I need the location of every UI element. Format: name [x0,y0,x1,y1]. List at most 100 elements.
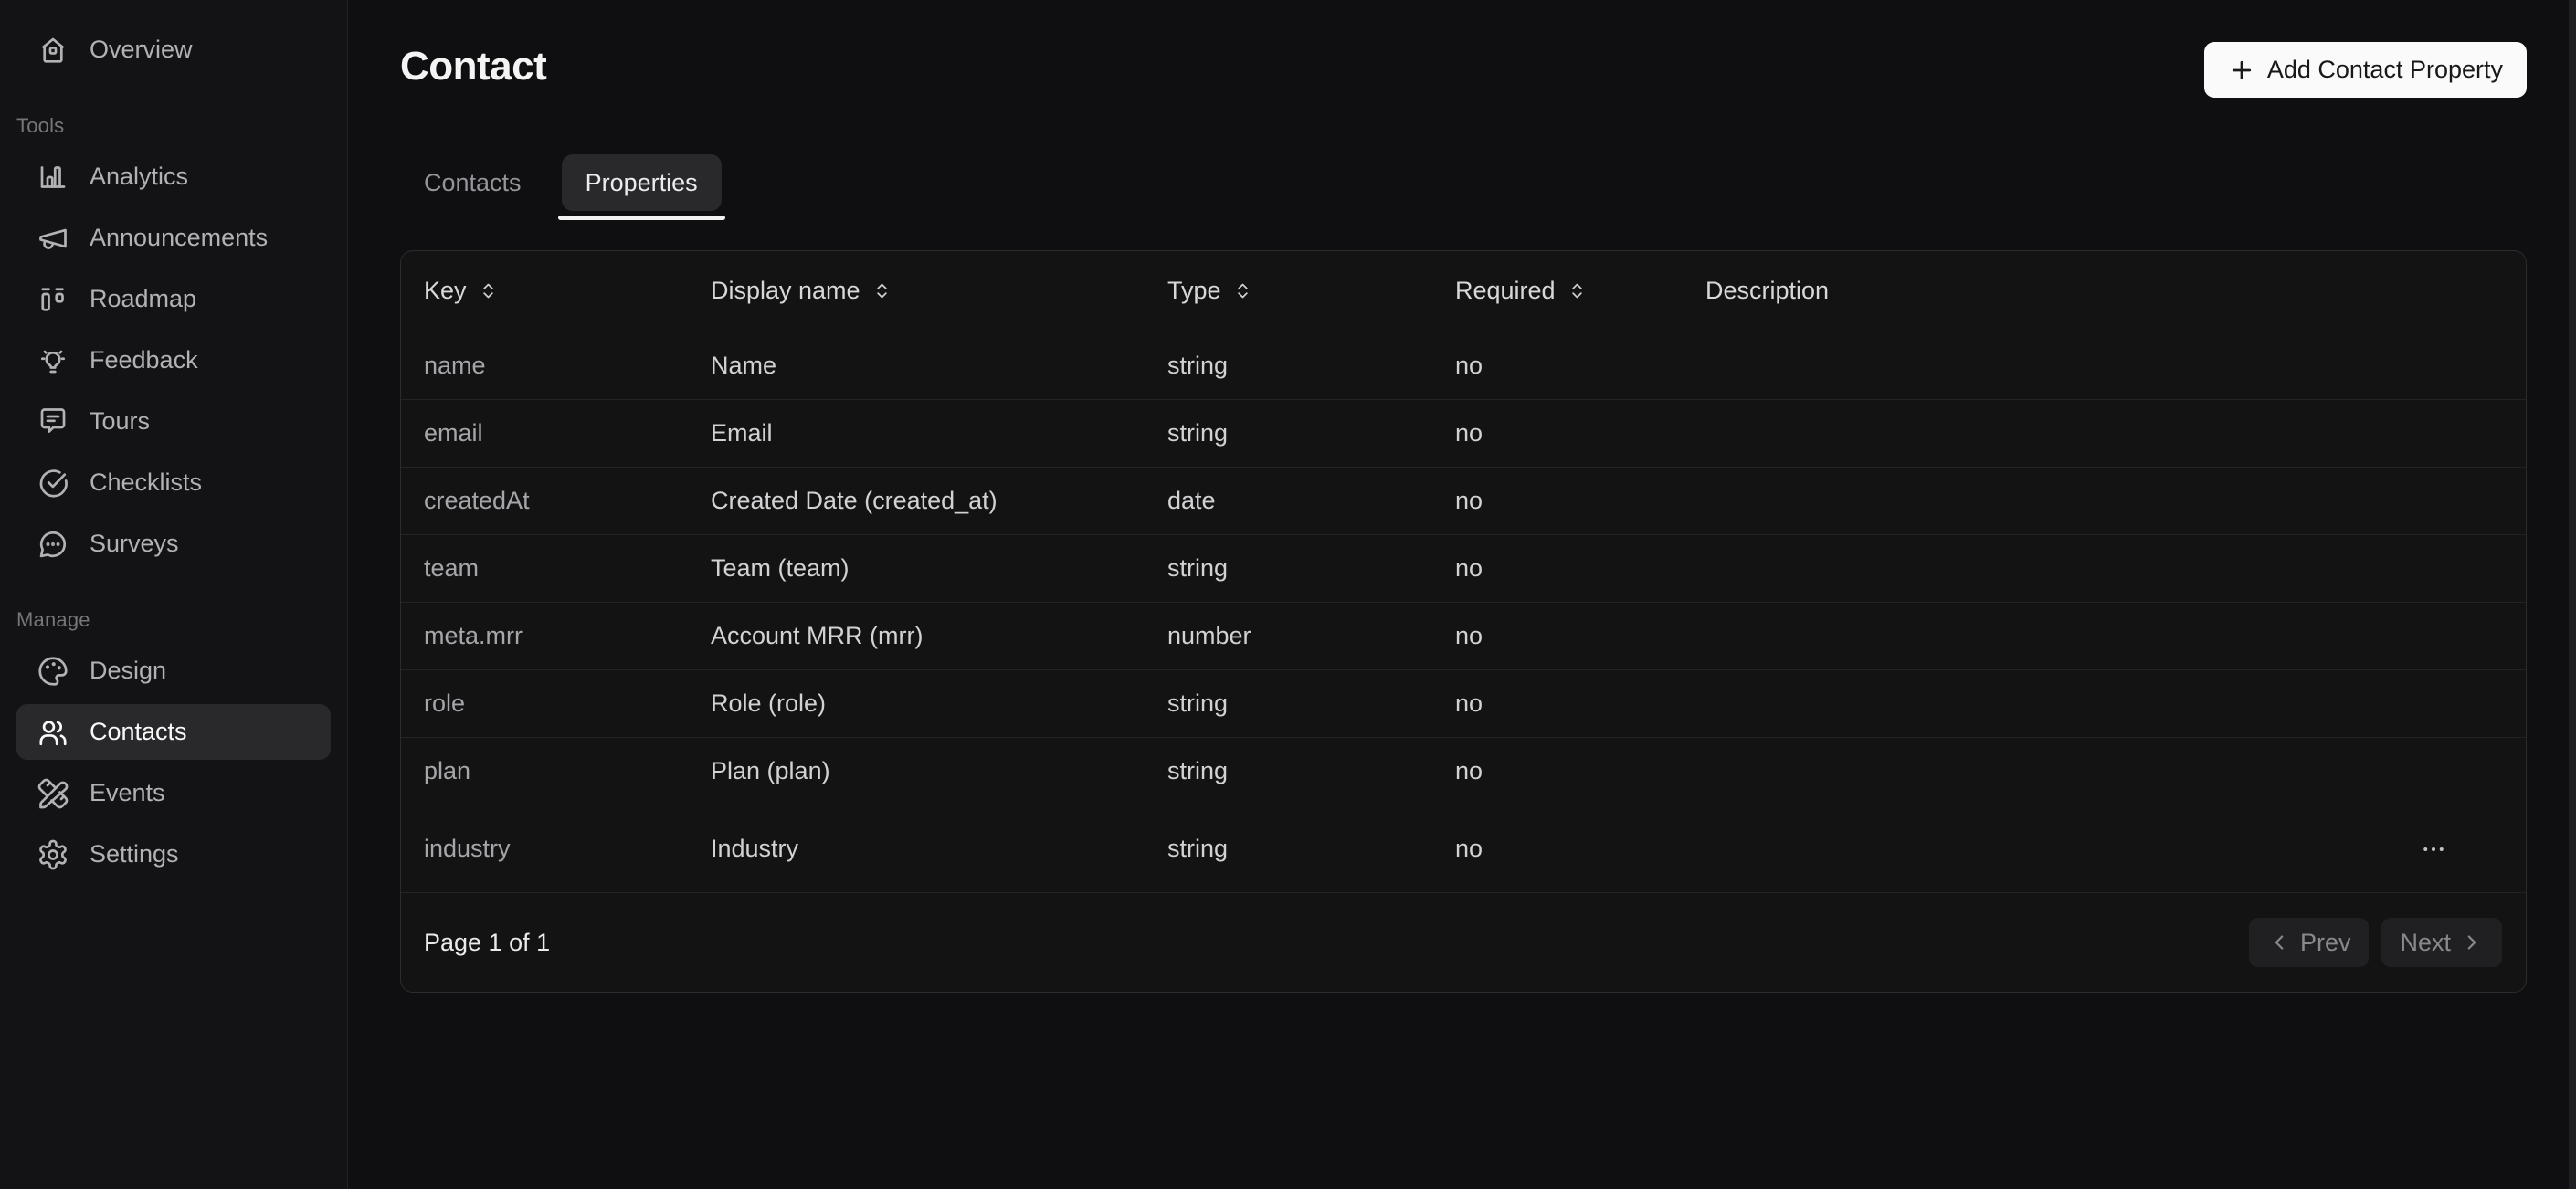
chevrons-up-down-icon [872,281,892,300]
cell-type: string [1167,689,1455,718]
sidebar-section-label: Manage [16,608,331,632]
cell-type: string [1167,352,1455,380]
sidebar-item-label: Tours [90,407,150,436]
sidebar-item-label: Design [90,657,166,685]
page-indicator: Page 1 of 1 [424,929,550,957]
cell-required: no [1455,487,1705,515]
chevron-right-icon [2460,931,2484,954]
cell-key: industry [424,835,711,863]
cell-display-name: Name [711,352,1167,380]
column-header-required[interactable]: Required [1455,277,1705,305]
message-square-text-icon [37,405,69,438]
sidebar-item-label: Overview [90,36,193,64]
roadmap-kanban-icon [37,283,69,316]
cell-required: no [1455,419,1705,447]
sidebar-item-tours[interactable]: Tours [16,394,331,449]
cell-required: no [1455,622,1705,650]
cell-display-name: Account MRR (mrr) [711,622,1167,650]
row-actions-button[interactable] [2412,828,2455,870]
sidebar-item-feedback[interactable]: Feedback [16,332,331,388]
sidebar-section-label: Tools [16,114,331,138]
table-row-team: teamTeam (team)stringno [401,534,2526,602]
cell-type: string [1167,757,1455,785]
cell-required: no [1455,757,1705,785]
table-row-createdat: createdAtCreated Date (created_at)dateno [401,467,2526,534]
add-contact-property-button[interactable]: Add Contact Property [2204,42,2527,98]
table-row-name: nameNamestringno [401,331,2526,399]
sidebar-item-design[interactable]: Design [16,643,331,699]
lightbulb-icon [37,344,69,377]
sidebar-item-label: Analytics [90,163,188,191]
cell-key: meta.mrr [424,622,711,650]
cell-display-name: Email [711,419,1167,447]
ellipsis-icon [2420,836,2447,863]
table-row-email: emailEmailstringno [401,399,2526,467]
users-icon [37,716,69,749]
sidebar-item-label: Surveys [90,530,179,558]
table-row-industry: industryIndustrystringno [401,805,2526,892]
tab-contacts[interactable]: Contacts [400,154,545,211]
pagination-controls: Prev Next [2249,918,2502,967]
cell-key: email [424,419,711,447]
cell-required: no [1455,352,1705,380]
bar-chart-icon [37,161,69,194]
cell-display-name: Role (role) [711,689,1167,718]
vertical-scrollbar[interactable] [2569,0,2576,1189]
cell-type: string [1167,835,1455,863]
sidebar-item-roadmap[interactable]: Roadmap [16,271,331,327]
cell-display-name: Plan (plan) [711,757,1167,785]
cell-type: string [1167,554,1455,583]
sidebar-item-events[interactable]: Events [16,765,331,821]
sidebar-item-checklists[interactable]: Checklists [16,455,331,510]
cell-actions [2365,828,2502,870]
table-row-role: roleRole (role)stringno [401,669,2526,737]
cell-key: plan [424,757,711,785]
sidebar-item-label: Announcements [90,224,268,252]
cell-type: date [1167,487,1455,515]
sidebar-item-contacts[interactable]: Contacts [16,704,331,760]
page-title: Contact [400,42,546,91]
properties-table-card: Key Display nameType RequiredDescription n… [400,250,2527,993]
main-header: Contact Add Contact Property [400,42,2527,98]
chevrons-up-down-icon [479,281,498,300]
cell-type: string [1167,419,1455,447]
column-header-label: Type [1167,277,1221,305]
sidebar-item-overview[interactable]: Overview [16,22,331,78]
sidebar-item-surveys[interactable]: Surveys [16,516,331,572]
table-footer: Page 1 of 1 Prev Next [401,892,2526,992]
sidebar: Overview Tools Analytics Announcements Roadm… [0,0,348,1189]
house-icon [37,34,69,67]
column-header-label: Description [1705,277,1829,305]
prev-page-button[interactable]: Prev [2249,918,2370,967]
column-header-label: Key [424,277,467,305]
prev-button-label: Prev [2300,929,2351,957]
sidebar-nav: Overview Tools Analytics Announcements Roadm… [16,22,331,882]
column-header-description: Description [1705,277,2365,305]
sidebar-item-settings[interactable]: Settings [16,826,331,882]
chevrons-up-down-icon [1568,281,1587,300]
column-header-display-name[interactable]: Display name [711,277,1167,305]
column-header-type[interactable]: Type [1167,277,1455,305]
column-header-key[interactable]: Key [424,277,711,305]
next-button-label: Next [2400,929,2451,957]
add-button-label: Add Contact Property [2267,56,2503,84]
cell-key: name [424,352,711,380]
cell-required: no [1455,835,1705,863]
sidebar-item-label: Contacts [90,718,187,746]
pencil-ruler-icon [37,777,69,810]
tab-properties[interactable]: Properties [562,154,722,211]
tab-bar: Contacts Properties [400,154,2527,216]
main-content: Contact Add Contact Property Contacts Pr… [348,0,2576,1189]
palette-icon [37,655,69,688]
sidebar-item-label: Checklists [90,468,202,497]
chevron-left-icon [2267,931,2291,954]
sidebar-item-announcements[interactable]: Announcements [16,210,331,266]
cell-display-name: Created Date (created_at) [711,487,1167,515]
message-circle-dots-icon [37,528,69,561]
sidebar-item-analytics[interactable]: Analytics [16,149,331,205]
cell-key: createdAt [424,487,711,515]
cell-required: no [1455,554,1705,583]
sidebar-item-label: Settings [90,840,179,868]
next-page-button[interactable]: Next [2381,918,2502,967]
table-row-plan: planPlan (plan)stringno [401,737,2526,805]
